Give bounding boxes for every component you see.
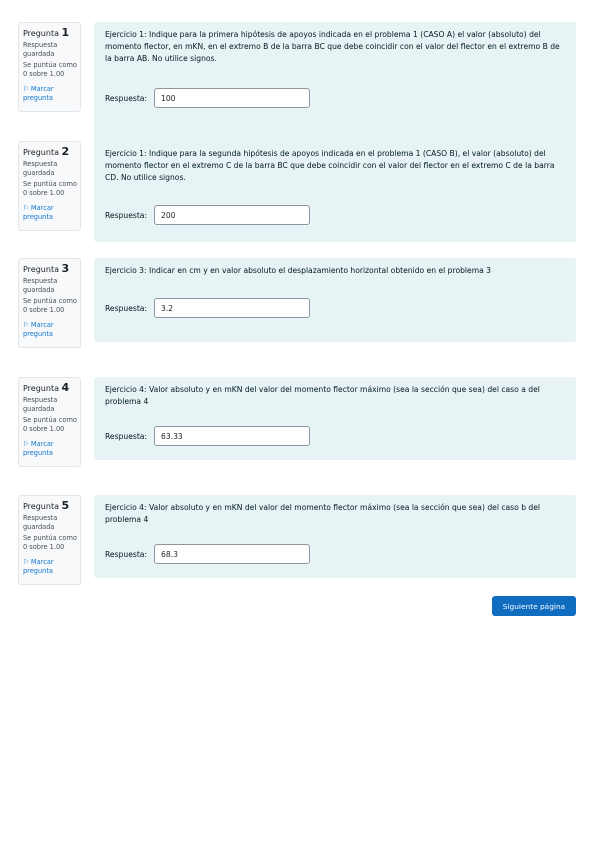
flag-outline-icon: ⚐ <box>23 558 29 566</box>
answer-row: Respuesta: <box>105 544 311 564</box>
question-number-value: 3 <box>61 262 70 275</box>
answer-input[interactable] <box>154 88 311 108</box>
question-label: Pregunta <box>23 265 59 274</box>
question-text: Ejercicio 1: Indique para la segunda hip… <box>105 149 555 183</box>
question-info: Pregunta 5 Respuesta guardada Se puntúa … <box>18 495 81 585</box>
question-state: Respuesta guardada <box>23 41 58 58</box>
flag-question-link[interactable]: ⚐ Marcar pregunta <box>23 204 77 222</box>
question-number: Pregunta 2 <box>23 145 77 158</box>
question-content: Ejercicio 1: Indique para la primera hip… <box>94 22 576 150</box>
answer-input[interactable] <box>154 544 311 564</box>
question-label: Pregunta <box>23 148 59 157</box>
question-number: Pregunta 3 <box>23 262 77 275</box>
flag-question-link[interactable]: ⚐ Marcar pregunta <box>23 558 77 576</box>
question-text: Ejercicio 3: Indicar en cm y en valor ab… <box>105 266 491 275</box>
flag-question-link[interactable]: ⚐ Marcar pregunta <box>23 85 77 103</box>
answer-label: Respuesta: <box>105 93 148 103</box>
question-content: Ejercicio 1: Indique para la segunda hip… <box>94 141 576 242</box>
answer-row: Respuesta: <box>105 426 311 446</box>
question-content: Ejercicio 3: Indicar en cm y en valor ab… <box>94 258 576 342</box>
flag-outline-icon: ⚐ <box>23 85 29 93</box>
question-state: Respuesta guardada <box>23 160 58 177</box>
question-number: Pregunta 1 <box>23 26 77 39</box>
question-label: Pregunta <box>23 384 59 393</box>
question-info: Pregunta 2 Respuesta guardada Se puntúa … <box>18 141 81 231</box>
question-state: Respuesta guardada <box>23 277 58 294</box>
answer-row: Respuesta: <box>105 88 311 108</box>
question-state: Respuesta guardada <box>23 514 58 531</box>
answer-input[interactable] <box>154 298 311 318</box>
flag-outline-icon: ⚐ <box>23 321 29 329</box>
answer-input[interactable] <box>154 426 311 446</box>
question-number: Pregunta 4 <box>23 381 77 394</box>
question-label: Pregunta <box>23 29 59 38</box>
question-content: Ejercicio 4: Valor absoluto y en mKN del… <box>94 377 576 460</box>
question-text: Ejercicio 4: Valor absoluto y en mKN del… <box>105 503 541 525</box>
answer-label: Respuesta: <box>105 431 148 441</box>
question-info: Pregunta 4 Respuesta guardada Se puntúa … <box>18 377 81 467</box>
flag-outline-icon: ⚐ <box>23 440 29 448</box>
question-grade: Se puntúa como 0 sobre 1.00 <box>23 416 77 433</box>
question-grade: Se puntúa como 0 sobre 1.00 <box>23 297 77 314</box>
answer-label: Respuesta: <box>105 549 148 559</box>
answer-label: Respuesta: <box>105 210 148 220</box>
question-number-value: 5 <box>61 499 70 512</box>
flag-question-link[interactable]: ⚐ Marcar pregunta <box>23 440 77 458</box>
answer-label: Respuesta: <box>105 303 148 313</box>
question-text: Ejercicio 4: Valor absoluto y en mKN del… <box>105 385 540 407</box>
answer-row: Respuesta: <box>105 298 311 318</box>
question-number-value: 1 <box>61 26 70 39</box>
next-page-button[interactable]: Siguiente página <box>492 596 576 616</box>
question-number: Pregunta 5 <box>23 499 77 512</box>
question-grade: Se puntúa como 0 sobre 1.00 <box>23 180 77 197</box>
question-grade: Se puntúa como 0 sobre 1.00 <box>23 534 77 551</box>
flag-outline-icon: ⚐ <box>23 204 29 212</box>
question-grade: Se puntúa como 0 sobre 1.00 <box>23 61 77 78</box>
question-state: Respuesta guardada <box>23 396 58 413</box>
flag-question-link[interactable]: ⚐ Marcar pregunta <box>23 321 77 339</box>
answer-row: Respuesta: <box>105 205 311 225</box>
question-label: Pregunta <box>23 502 59 511</box>
question-number-value: 4 <box>61 381 70 394</box>
question-info: Pregunta 1 Respuesta guardada Se puntúa … <box>18 22 81 112</box>
question-number-value: 2 <box>61 145 70 158</box>
question-info: Pregunta 3 Respuesta guardada Se puntúa … <box>18 258 81 348</box>
answer-input[interactable] <box>154 205 311 225</box>
question-text: Ejercicio 1: Indique para la primera hip… <box>105 30 560 64</box>
question-content: Ejercicio 4: Valor absoluto y en mKN del… <box>94 495 576 578</box>
